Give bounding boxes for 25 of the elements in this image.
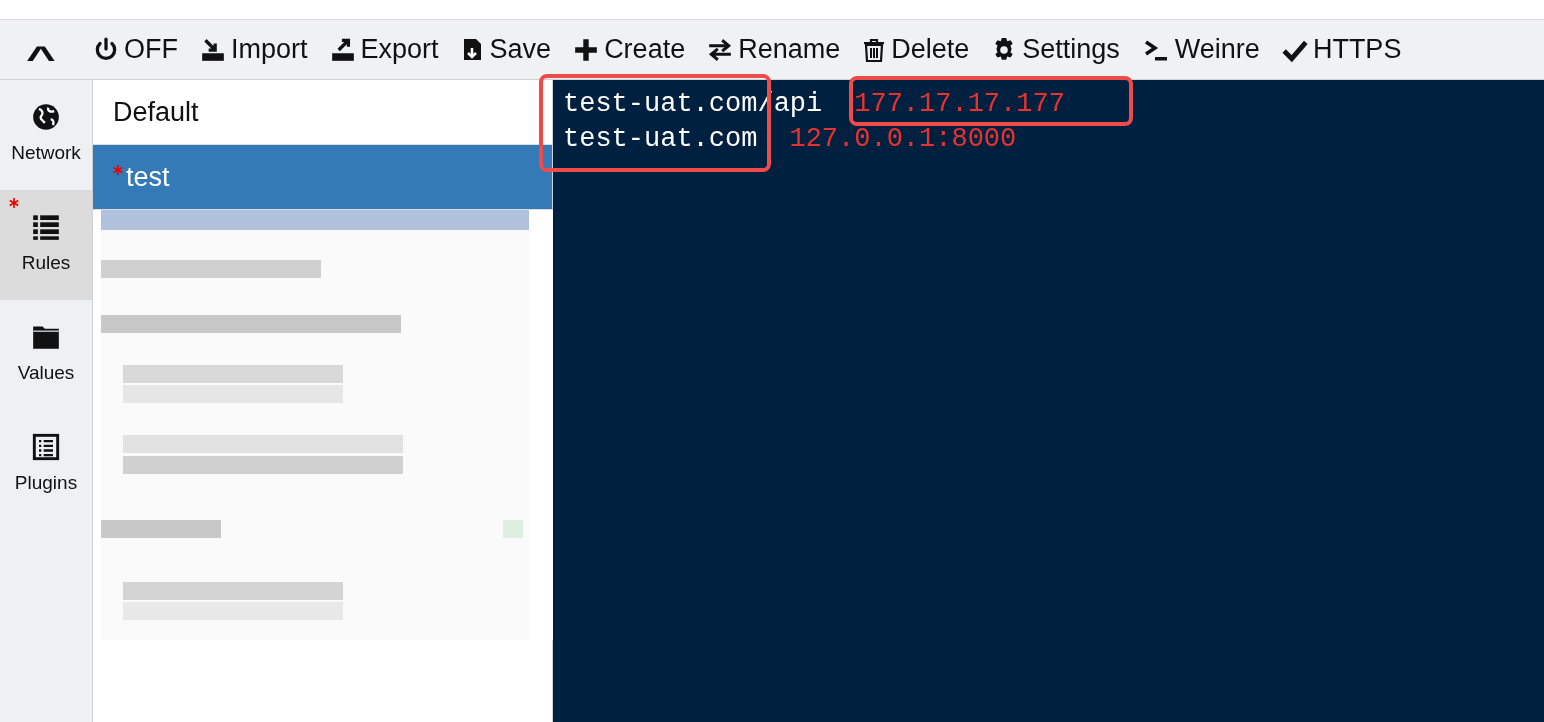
nav-tab[interactable]: Rules <box>0 190 92 300</box>
export-icon <box>329 36 356 63</box>
rule-target: 127.0.0.1:8000 <box>789 124 1017 154</box>
power-icon <box>93 36 119 63</box>
toolbar-button[interactable]: Delete <box>851 20 981 79</box>
rule-group-item[interactable]: test <box>93 145 552 210</box>
rule-target: 177.17.17.177 <box>854 89 1065 119</box>
toolbar-button[interactable]: Create <box>562 20 697 79</box>
swap-arrows-icon <box>707 36 734 63</box>
nav-tab[interactable]: Plugins <box>0 410 92 520</box>
toolbar-button[interactable]: Rename <box>696 20 852 79</box>
toolbar-button[interactable]: Save <box>449 20 563 79</box>
toolbar-button[interactable]: Settings <box>980 20 1131 79</box>
https-toggle[interactable]: HTTPS <box>1270 20 1413 79</box>
globe-icon <box>32 102 60 131</box>
toolbar-button[interactable]: Weinre <box>1130 20 1271 79</box>
document-list-icon <box>32 432 60 461</box>
plus-icon <box>573 36 600 63</box>
nav-tab[interactable]: Network <box>0 80 92 190</box>
import-icon <box>200 36 226 63</box>
list-icon <box>31 212 61 241</box>
toolbar-button[interactable]: Import <box>189 20 319 79</box>
rule-pattern: test-uat.com <box>563 124 758 154</box>
nav-tab[interactable]: Values <box>0 300 92 410</box>
toolbar-button[interactable]: Export <box>318 20 450 79</box>
